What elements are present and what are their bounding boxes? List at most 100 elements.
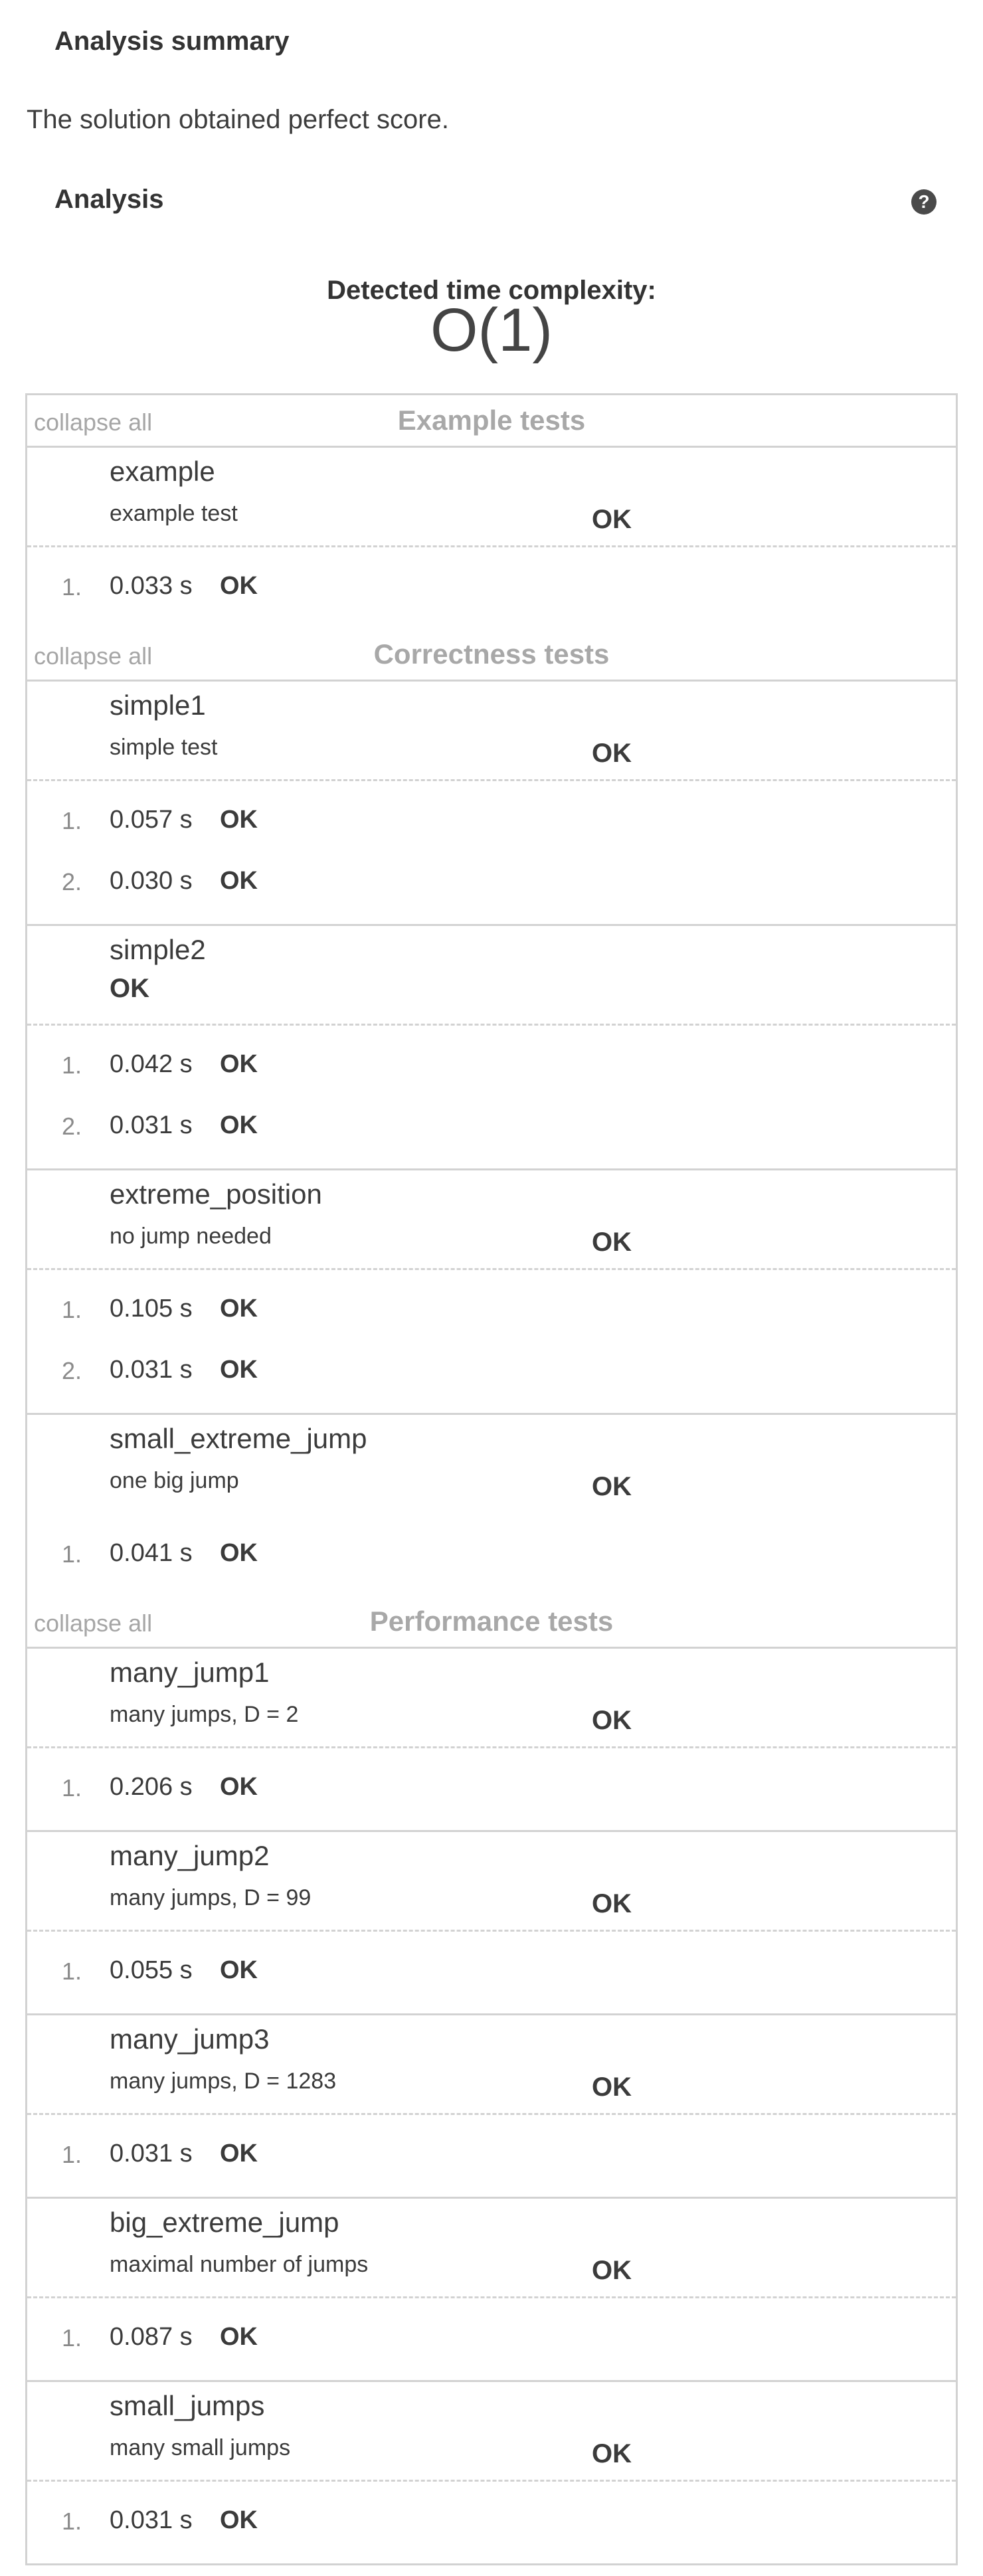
run-time: 0.055 s <box>110 1956 193 1984</box>
run-index: 1. <box>62 807 82 834</box>
test-name: big_extreme_jump <box>110 2207 339 2238</box>
test-name: simple1 <box>110 690 206 721</box>
run-status: OK <box>220 1295 258 1323</box>
run-index: 1. <box>62 2324 82 2351</box>
test-result-status: OK <box>592 739 632 768</box>
run-time: 0.057 s <box>110 806 193 834</box>
test-result-status: OK <box>592 2256 632 2285</box>
test-case: extreme_position no jump needed OK 1. 0.105 … <box>27 1168 956 1413</box>
run-status: OK <box>220 2323 258 2351</box>
test-description: no jump needed <box>110 1224 272 1249</box>
run-index: 2. <box>62 868 82 895</box>
test-case: example example test OK 1. 0.033 s OK <box>27 446 956 629</box>
test-case-header[interactable]: small_jumps many small jumps OK <box>27 2382 956 2482</box>
run-time: 0.041 s <box>110 1539 193 1567</box>
summary-text: The solution obtained perfect score. <box>27 105 449 134</box>
run-time: 0.105 s <box>110 1295 193 1323</box>
test-case: many_jump1many jumps, D = 2 OK 1. 0.206 s OK <box>27 1647 956 1830</box>
test-case-header[interactable]: simple2 OK <box>27 926 956 1026</box>
run-status: OK <box>220 1956 258 1984</box>
run-time: 0.031 s <box>110 1356 193 1384</box>
test-runs: 1. 0.042 s OK 2. 0.031 s OK <box>27 1026 956 1168</box>
test-runs: 1. 0.105 s OK 2. 0.031 s OK <box>27 1270 956 1413</box>
test-run-row: 1. 0.033 s OK <box>27 557 956 618</box>
test-run-row: 1. 0.041 s OK <box>27 1524 956 1586</box>
test-run-row: 1. 0.031 s OK <box>27 2125 956 2186</box>
test-group-title: Correctness tests <box>373 638 610 670</box>
test-case: big_extreme_jumpmaximal number of jumps O… <box>27 2197 956 2380</box>
run-index: 1. <box>62 1958 82 1985</box>
run-status: OK <box>220 2506 258 2534</box>
run-index: 1. <box>62 2141 82 2168</box>
test-case-header[interactable]: big_extreme_jumpmaximal number of jumps O… <box>27 2199 956 2298</box>
complexity-value: O(1) <box>430 296 553 364</box>
run-time: 0.042 s <box>110 1050 193 1078</box>
test-description: many jumps, D = 99 <box>110 1885 312 1910</box>
test-result-status: OK <box>592 1706 632 1735</box>
test-run-row: 2. 0.031 s OK <box>27 1097 956 1158</box>
run-status: OK <box>220 1356 258 1384</box>
run-status: OK <box>220 1050 258 1078</box>
run-index: 1. <box>62 573 82 600</box>
test-description: many jumps, D = 1283 <box>110 2069 337 2094</box>
test-run-row: 1. 0.031 s OK <box>27 2492 956 2553</box>
test-result-status: OK <box>592 1472 632 1501</box>
test-case-header[interactable]: example example test OK <box>27 448 956 547</box>
test-run-row: 1. 0.105 s OK <box>27 1280 956 1341</box>
analysis-summary-heading: Analysis summary <box>54 27 290 56</box>
test-case-header[interactable]: extreme_positionno jump needed OK <box>27 1170 956 1270</box>
test-run-row: 2. 0.031 s OK <box>27 1341 956 1402</box>
test-case-header[interactable]: many_jump1many jumps, D = 2 OK <box>27 1649 956 1748</box>
test-result-status: OK <box>592 2072 632 2102</box>
test-case: simple1 simple test OK 1. 0.057 s OK 2. 0.030 s… <box>27 680 956 924</box>
test-result-status: OK <box>110 974 149 1003</box>
test-run-row: 1. 0.055 s OK <box>27 1942 956 2003</box>
test-result-status: OK <box>592 2439 632 2468</box>
test-description: many small jumps <box>110 2435 291 2460</box>
analysis-heading: Analysis <box>54 185 164 214</box>
run-time: 0.030 s <box>110 867 193 895</box>
test-name: many_jump1 <box>110 1657 270 1688</box>
run-index: 2. <box>62 1357 82 1384</box>
test-group-header: collapse all Performance tests <box>27 1596 956 1647</box>
run-status: OK <box>220 806 258 834</box>
run-index: 1. <box>62 1540 82 1568</box>
test-case: many_jump3many jumps, D = 1283 OK 1. 0.031 … <box>27 2013 956 2197</box>
test-result-status: OK <box>592 1228 632 1257</box>
test-case-header[interactable]: many_jump3many jumps, D = 1283 OK <box>27 2015 956 2115</box>
test-description: many jumps, D = 2 <box>110 1702 299 1727</box>
test-name: extreme_position <box>110 1178 322 1210</box>
test-name: simple2 <box>110 934 206 965</box>
test-runs: 1. 0.033 s OK <box>27 547 956 629</box>
test-description: maximal number of jumps <box>110 2252 369 2277</box>
test-case: small_extreme_jump one big jump OK 1. 0.041 … <box>27 1413 956 1596</box>
test-run-row: 1. 0.087 s OK <box>27 2308 956 2369</box>
run-status: OK <box>220 1111 258 1139</box>
test-group-header: collapse all Example tests <box>27 395 956 446</box>
test-run-row: 1. 0.042 s OK <box>27 1036 956 1097</box>
test-results-panel: collapse all Example tests example example … <box>25 393 958 2565</box>
run-time: 0.031 s <box>110 2506 193 2534</box>
test-case-header[interactable]: simple1 simple test OK <box>27 682 956 781</box>
run-time: 0.087 s <box>110 2323 193 2351</box>
run-index: 1. <box>62 2508 82 2535</box>
test-result-status: OK <box>592 1889 632 1918</box>
run-time: 0.206 s <box>110 1773 193 1801</box>
run-index: 1. <box>62 1052 82 1079</box>
run-time: 0.031 s <box>110 2140 193 2167</box>
question-circle-icon[interactable]: ? <box>911 189 937 215</box>
test-case-header[interactable]: small_extreme_jump one big jump OK <box>27 1415 956 1515</box>
test-result-status: OK <box>592 505 632 534</box>
test-name: many_jump3 <box>110 2023 270 2055</box>
test-name: many_jump2 <box>110 1840 270 1871</box>
test-group-title: Performance tests <box>369 1606 614 1637</box>
test-runs: 1. 0.057 s OK 2. 0.030 s OK <box>27 781 956 924</box>
test-runs: 1. 0.041 s OK <box>27 1515 956 1596</box>
run-time: 0.031 s <box>110 1111 193 1139</box>
test-group-header: collapse all Correctness tests <box>27 629 956 680</box>
run-status: OK <box>220 2140 258 2167</box>
test-case: simple2 OK 1. 0.042 s OK 2. 0.031 s OK <box>27 924 956 1168</box>
test-run-row: 1. 0.206 s OK <box>27 1758 956 1819</box>
run-status: OK <box>220 867 258 895</box>
test-case-header[interactable]: many_jump2many jumps, D = 99 OK <box>27 1832 956 1932</box>
